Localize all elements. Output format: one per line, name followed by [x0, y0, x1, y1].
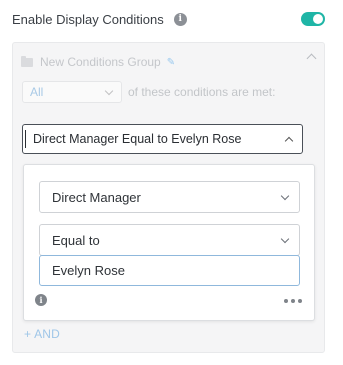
chevron-up-icon[interactable]: [306, 53, 317, 64]
group-title[interactable]: New Conditions Group: [40, 55, 161, 69]
pencil-icon[interactable]: ✎: [167, 57, 175, 68]
condition-summary-text: Direct Manager Equal to Evelyn Rose: [33, 132, 242, 146]
match-row: All of these conditions are met:: [22, 81, 275, 103]
display-conditions-header: Enable Display Conditions i: [12, 9, 330, 29]
chevron-up-icon: [284, 136, 294, 146]
match-mode-select[interactable]: All: [22, 81, 122, 103]
field-select-value: Direct Manager: [52, 189, 141, 205]
chevron-down-icon: [280, 234, 290, 244]
chevron-down-icon: [280, 191, 290, 201]
match-description: of these conditions are met:: [128, 85, 276, 99]
info-icon[interactable]: i: [173, 12, 187, 26]
enable-display-conditions-label: Enable Display Conditions: [12, 11, 164, 27]
more-horizontal-icon[interactable]: [284, 299, 302, 303]
group-header: New Conditions Group ✎: [21, 54, 175, 70]
operator-select[interactable]: Equal to: [39, 224, 300, 256]
folder-icon: [21, 55, 33, 67]
operator-select-value: Equal to: [52, 232, 100, 248]
chevron-down-icon: [104, 86, 114, 96]
condition-summary-select[interactable]: Direct Manager Equal to Evelyn Rose: [22, 124, 303, 154]
conditions-group: New Conditions Group ✎ All of these cond…: [12, 42, 325, 353]
add-and-button[interactable]: + AND: [24, 327, 60, 341]
info-icon[interactable]: i: [35, 294, 47, 306]
value-input[interactable]: [39, 255, 300, 286]
enable-display-conditions-toggle[interactable]: [301, 12, 325, 26]
condition-editor-panel: Direct Manager Equal to i: [23, 164, 315, 321]
match-mode-value: All: [30, 85, 44, 99]
field-select[interactable]: Direct Manager: [39, 181, 300, 213]
